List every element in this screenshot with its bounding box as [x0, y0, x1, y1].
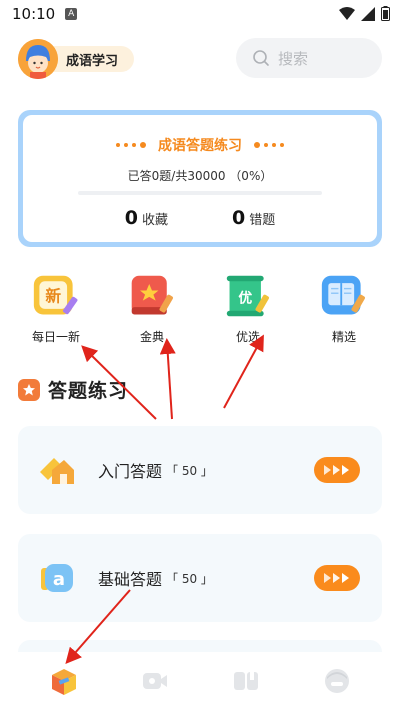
house-icon: [38, 450, 78, 490]
quiz-count: 「 50 」: [166, 571, 213, 586]
left-dots-decoration: [116, 142, 146, 148]
right-dots-decoration: [254, 142, 284, 148]
card-title: 成语答题练习: [158, 138, 242, 154]
search-input[interactable]: 搜索: [236, 38, 382, 78]
star-badge-icon: [18, 378, 40, 401]
annotation-arrow: [223, 334, 264, 409]
green-scroll-icon: 优: [224, 272, 272, 320]
quiz-count: 「 50 」: [166, 463, 213, 478]
annotation-arrow: [159, 338, 176, 420]
wrong-count: 0: [232, 207, 246, 229]
card-title-row: 成语答题练习: [23, 135, 377, 155]
battery-icon: [381, 6, 390, 21]
category-label: 每日一新: [31, 330, 80, 344]
notification-icon: A: [65, 8, 78, 20]
svg-text:a: a: [53, 569, 65, 590]
start-quiz-button[interactable]: [314, 457, 360, 483]
signal-icon: [361, 6, 375, 21]
new-badge-icon: 新: [32, 272, 80, 320]
progress-bar: [78, 191, 322, 195]
search-placeholder: 搜索: [278, 49, 309, 68]
quiz-row-beginner[interactable]: 入门答题 「 50 」: [18, 426, 382, 514]
section-header: 答题练习: [18, 376, 128, 403]
category-shortcuts: 新 每日一新 金典 优 优选 精选: [18, 272, 382, 345]
triple-play-icon: [324, 465, 349, 475]
wrong-label: 错题: [249, 213, 276, 228]
status-time: 10:10: [12, 5, 56, 23]
nav-book[interactable]: [226, 661, 266, 701]
favorites-label: 收藏: [141, 213, 168, 228]
favorites-stat[interactable]: 0 收藏: [125, 207, 168, 229]
video-icon: [142, 673, 167, 689]
avatar[interactable]: [18, 39, 58, 79]
card-stats: 0 收藏 0 错题: [23, 207, 377, 229]
category-daily-new[interactable]: 新 每日一新: [25, 272, 87, 345]
face-icon: [324, 669, 349, 693]
category-selected[interactable]: 精选: [313, 272, 375, 345]
svg-text:新: 新: [45, 287, 61, 306]
category-label: 优选: [235, 330, 260, 344]
svg-text:优: 优: [238, 289, 252, 306]
wrong-stat[interactable]: 0 错题: [232, 207, 275, 229]
nav-profile[interactable]: [317, 661, 357, 701]
progress-text: 已答0题/共30000 （0%）: [127, 169, 273, 183]
triple-play-icon: [324, 573, 349, 583]
nav-video[interactable]: [135, 661, 175, 701]
wifi-icon: [339, 6, 355, 20]
blue-book-icon: [320, 272, 368, 320]
category-label: 精选: [331, 330, 356, 344]
bottom-nav: [0, 652, 400, 710]
quiz-name: 基础答题: [98, 570, 163, 589]
category-label: 金典: [139, 330, 164, 344]
home-box-icon: [51, 669, 76, 695]
user-profile[interactable]: 成语学习: [18, 39, 135, 79]
red-book-icon: [128, 272, 176, 320]
nav-home[interactable]: [44, 661, 84, 701]
status-icons: [339, 6, 390, 21]
book-icon: [233, 672, 258, 690]
section-title: 答题练习: [48, 380, 129, 402]
quiz-name: 入门答题: [98, 462, 163, 481]
category-preferred[interactable]: 优 优选: [217, 272, 279, 345]
start-quiz-button[interactable]: [314, 565, 360, 591]
status-bar: 10:10 A: [0, 0, 400, 28]
progress-card[interactable]: 成语答题练习 已答0题/共30000 （0%） 0 收藏 0 错题: [18, 110, 382, 247]
header: 成语学习 搜索: [18, 38, 382, 80]
quiz-row-basic[interactable]: a 基础答题 「 50 」: [18, 534, 382, 622]
search-icon: [253, 50, 269, 66]
category-classic[interactable]: 金典: [121, 272, 183, 345]
letter-a-ticket-icon: a: [38, 558, 78, 598]
favorites-count: 0: [124, 207, 138, 229]
